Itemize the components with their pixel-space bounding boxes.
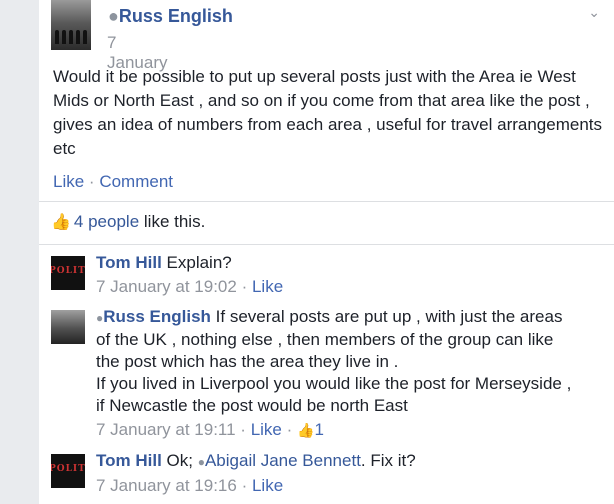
gray-dot-icon: ●: [108, 6, 119, 26]
likes-suffix: like this.: [143, 212, 206, 231]
thumbs-up-icon: 👍: [51, 214, 71, 231]
comment-text-before: Ok;: [166, 451, 193, 470]
post-card: ●Russ English 7 January ⌄ Would it be po…: [39, 0, 614, 504]
gray-dot-icon: ●: [197, 455, 205, 469]
commenter-avatar[interactable]: POLITICS: [51, 256, 85, 290]
avatar-text: POLITICS: [51, 266, 85, 276]
divider: [39, 201, 614, 202]
comment-author[interactable]: Tom Hill: [96, 451, 162, 470]
comment-body: Tom Hill Explain? 7 January at 19:02 · L…: [96, 252, 576, 298]
comment-time[interactable]: 7 January at 19:16: [96, 476, 237, 495]
comment-text-after: . Fix it?: [360, 451, 416, 470]
mention-link[interactable]: ●Abigail Jane Bennett: [198, 451, 361, 470]
separator: ·: [240, 420, 246, 439]
comment-text: Explain?: [166, 253, 232, 272]
comment-time[interactable]: 7 January at 19:11: [96, 420, 236, 439]
comment-body: Tom Hill Ok; ●Abigail Jane Bennett. Fix …: [96, 450, 576, 497]
comment-body: ●Russ English If several posts are put u…: [96, 306, 576, 441]
comment-meta: 7 January at 19:16 · Like: [96, 475, 576, 497]
likes-count-link[interactable]: 4 people: [74, 212, 139, 231]
comment-time[interactable]: 7 January at 19:02: [96, 277, 237, 296]
avatar-text: POLITICS: [51, 464, 85, 474]
commenter-avatar[interactable]: [51, 310, 85, 344]
author-avatar[interactable]: [51, 0, 91, 50]
post-author[interactable]: ●Russ English: [108, 6, 233, 27]
separator: ·: [241, 277, 248, 296]
thumbs-up-icon: 👍: [297, 422, 315, 438]
comment-like-count[interactable]: 👍1: [297, 420, 324, 439]
like-button[interactable]: Like: [53, 172, 84, 191]
separator: ·: [286, 420, 293, 439]
comment-author[interactable]: ●Russ English: [96, 307, 211, 326]
comment-text-line2: If you lived in Liverpool you would like…: [96, 374, 572, 415]
comment-like-button[interactable]: Like: [252, 476, 283, 495]
comment-meta: 7 January at 19:11 · Like · 👍1: [96, 419, 576, 441]
comment-button[interactable]: Comment: [99, 172, 173, 191]
comment-like-button[interactable]: Like: [252, 277, 283, 296]
post-actions: Like · Comment: [53, 172, 173, 192]
comment-like-button[interactable]: Like: [251, 420, 282, 439]
commenter-avatar[interactable]: POLITICS: [51, 454, 85, 488]
divider: [39, 244, 614, 245]
separator: ·: [241, 476, 248, 495]
chevron-down-icon[interactable]: ⌄: [588, 4, 600, 21]
comment-meta: 7 January at 19:02 · Like: [96, 276, 576, 298]
post-text: Would it be possible to put up several p…: [53, 67, 603, 158]
separator: ·: [88, 172, 95, 191]
likes-summary: 👍 4 people like this.: [51, 212, 205, 232]
comment-author[interactable]: Tom Hill: [96, 253, 162, 272]
